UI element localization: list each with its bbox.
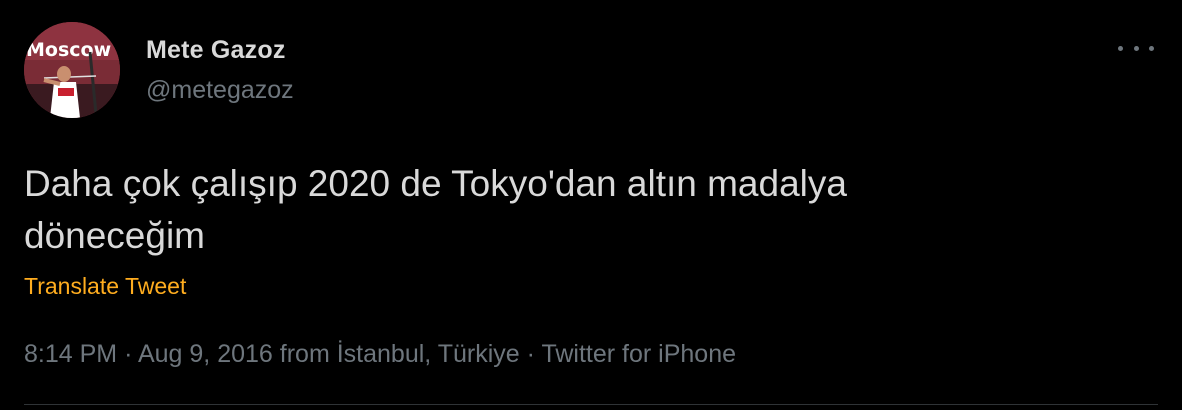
avatar-logo-text: Moscow xyxy=(26,39,111,61)
tweet-meta: 8:14 PM · Aug 9, 2016 from İstanbul, Tür… xyxy=(24,340,736,369)
avatar[interactable]: Moscow xyxy=(24,22,120,118)
tweet-text-line: Daha çok çalışıp 2020 de Tokyo'dan altın… xyxy=(24,163,847,204)
from-label: from xyxy=(279,340,330,368)
tweet-source[interactable]: Twitter for iPhone xyxy=(541,340,736,368)
translate-tweet-link[interactable]: Translate Tweet xyxy=(24,273,186,300)
divider xyxy=(24,404,1158,405)
avatar-image: Moscow xyxy=(24,22,120,118)
meta-separator: · xyxy=(526,340,535,368)
tweet-text: Daha çok çalışıp 2020 de Tokyo'dan altın… xyxy=(24,158,1144,262)
tweet: Moscow Mete Gazoz @metegazoz Daha çok ça… xyxy=(0,0,1182,410)
more-dot xyxy=(1149,45,1154,51)
more-dot xyxy=(1118,45,1123,51)
more-dot xyxy=(1133,45,1139,51)
meta-separator: · xyxy=(124,340,133,368)
user-handle[interactable]: @metegazoz xyxy=(146,76,294,105)
tweet-time[interactable]: 8:14 PM xyxy=(24,340,117,368)
more-horizontal-icon[interactable] xyxy=(1118,38,1154,58)
tweet-location[interactable]: İstanbul, Türkiye xyxy=(337,340,520,368)
tweet-date[interactable]: Aug 9, 2016 xyxy=(138,340,273,368)
tweet-text-line: döneceğim xyxy=(24,215,206,256)
display-name[interactable]: Mete Gazoz xyxy=(146,36,286,65)
